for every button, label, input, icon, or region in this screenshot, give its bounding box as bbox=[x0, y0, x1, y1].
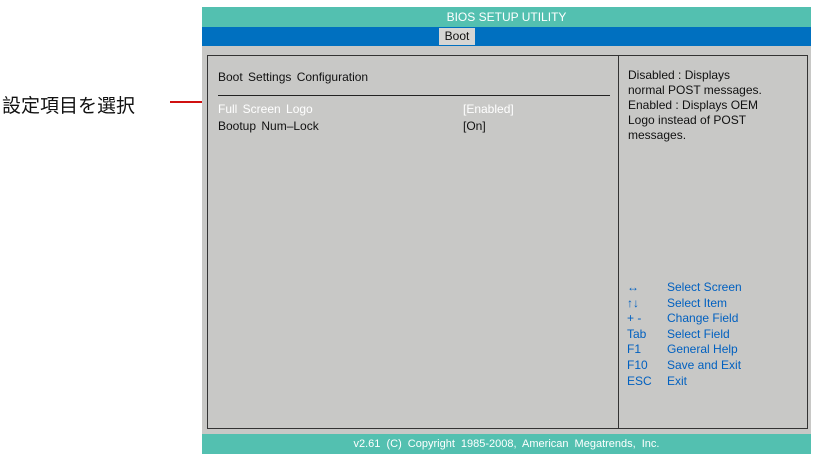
help-line: Logo instead of POST bbox=[628, 113, 747, 127]
tab-bar: Boot bbox=[202, 27, 811, 46]
help-line: Enabled : Displays OEM bbox=[628, 98, 759, 112]
copyright-footer: v2.61 (C) Copyright 1985-2008, American … bbox=[202, 434, 811, 454]
key-code: + - bbox=[627, 311, 642, 326]
section-divider bbox=[218, 95, 610, 96]
up-down-arrow-icon: ↑↓ bbox=[627, 295, 639, 310]
help-line: normal POST messages. bbox=[628, 83, 762, 97]
key-action: Select Screen bbox=[667, 280, 742, 294]
settings-panel: Boot Settings Configuration Full Screen … bbox=[207, 55, 619, 429]
option-bootup-numlock-value[interactable]: [On] bbox=[463, 119, 486, 133]
help-line: messages. bbox=[628, 128, 687, 142]
option-bootup-numlock[interactable]: Bootup Num–Lock bbox=[218, 119, 319, 133]
key-code: F10 bbox=[627, 357, 648, 372]
key-action: General Help bbox=[667, 342, 738, 357]
key-action: Change Field bbox=[667, 311, 739, 326]
key-action: Select Item bbox=[667, 295, 728, 310]
key-action: Select Field bbox=[667, 326, 730, 341]
annotation-label: 設定項目を選択 bbox=[2, 95, 136, 117]
help-description: Disabled : Displays normal POST messages… bbox=[628, 68, 800, 143]
key-action: Exit bbox=[667, 373, 688, 388]
option-full-screen-logo-value[interactable]: [Enabled] bbox=[463, 102, 514, 116]
key-code: Tab bbox=[627, 326, 647, 341]
key-code: F1 bbox=[627, 342, 642, 357]
option-full-screen-logo[interactable]: Full Screen Logo bbox=[218, 102, 313, 116]
bios-window: BIOS SETUP UTILITY Boot Boot Settings Co… bbox=[202, 7, 811, 454]
help-panel: Disabled : Displays normal POST messages… bbox=[618, 55, 808, 429]
section-heading: Boot Settings Configuration bbox=[218, 70, 369, 84]
left-right-arrow-icon: ↔ bbox=[627, 280, 639, 294]
tab-boot[interactable]: Boot bbox=[439, 28, 475, 45]
bios-title: BIOS SETUP UTILITY bbox=[202, 7, 811, 27]
help-line: Disabled : Displays bbox=[628, 68, 731, 82]
key-action: Save and Exit bbox=[667, 357, 742, 372]
key-code: ESC bbox=[627, 373, 652, 388]
